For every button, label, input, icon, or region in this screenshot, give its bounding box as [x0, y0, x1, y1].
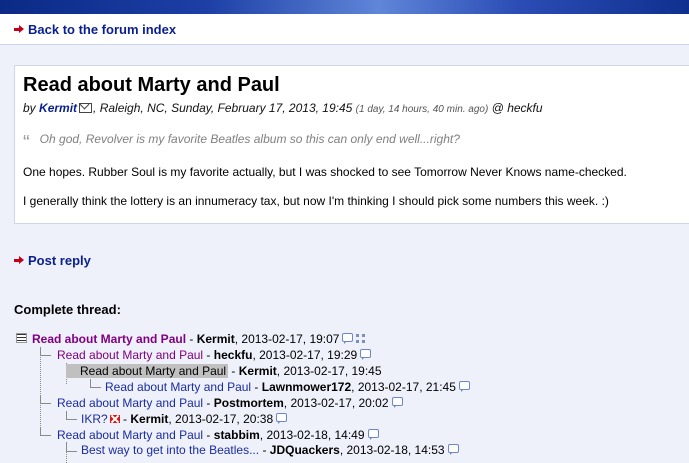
thread-row: Read about Marty and Paul - heckfu, 2013…	[57, 347, 372, 363]
thread-row-current: Read about Marty and Paul - Kermit, 2013…	[66, 363, 382, 379]
thread-author: Lawnmower172	[261, 380, 352, 394]
thread-row: IKR? - Kermit, 2013-02-17, 20:38	[81, 411, 288, 427]
time-ago: (1 day, 14 hours, 40 min. ago)	[355, 104, 489, 115]
speech-bubble-icon[interactable]	[360, 349, 372, 360]
tree-branch	[40, 347, 51, 356]
arrow-right-icon	[14, 25, 25, 34]
post-reply-label: Post reply	[28, 253, 91, 268]
tree-line	[40, 348, 41, 434]
thread-date: 2013-02-17, 19:07	[241, 332, 340, 346]
tree-branch	[66, 443, 77, 452]
thread-row: Read about Marty and Paul - Lawnmower172…	[105, 379, 470, 395]
message-body-paragraph: One hopes. Rubber Soul is my favorite ac…	[23, 165, 627, 179]
arrow-right-icon	[14, 256, 25, 265]
thread-author: JDQuackers	[269, 443, 340, 457]
thread-subject-link[interactable]: Read about Marty and Paul	[105, 380, 251, 394]
reply-to: @ heckfu	[491, 101, 543, 115]
thread-date: 2013-02-17, 19:45	[283, 364, 382, 378]
thread-heading: Complete thread:	[14, 302, 121, 317]
email-icon[interactable]	[79, 103, 93, 113]
location-date: , Raleigh, NC, Sunday, February 17, 2013…	[93, 101, 353, 115]
quoted-text: “ Oh god, Revolver is my favorite Beatles…	[23, 132, 460, 155]
thread-subject-link[interactable]: Read about Marty and Paul	[32, 332, 186, 346]
quote-mark-icon: “	[23, 132, 30, 154]
thread-author: Kermit	[130, 412, 169, 426]
quote-text: Oh god, Revolver is my favorite Beatles …	[39, 132, 460, 146]
speech-bubble-icon[interactable]	[367, 429, 379, 440]
thread-author: heckfu	[213, 348, 253, 362]
author-link[interactable]: Kermit	[39, 101, 77, 115]
thread-author: Kermit	[238, 364, 277, 378]
thread-subject-link[interactable]: Read about Marty and Paul	[57, 396, 203, 410]
thread-date: 2013-02-18, 14:53	[346, 443, 445, 457]
thread-row: Best way to get into the Beatles... - JD…	[81, 442, 459, 458]
tree-branch	[40, 395, 51, 404]
thread-subject-link[interactable]: IKR?	[81, 412, 108, 426]
thread-date: 2013-02-17, 19:29	[259, 348, 358, 362]
message-title: Read about Marty and Paul	[23, 74, 280, 96]
message-byline: by Kermit , Raleigh, NC, Sunday, February…	[23, 101, 543, 115]
thread-date: 2013-02-17, 20:38	[175, 412, 274, 426]
speech-bubble-icon[interactable]	[447, 444, 459, 455]
current-message-subject: Read about Marty and Paul	[66, 364, 229, 378]
thread-row: Read about Marty and Paul - Kermit, 2013…	[16, 331, 366, 347]
message-body-paragraph: I generally think the lottery is an innu…	[23, 194, 609, 208]
thread-subject-link[interactable]: Read about Marty and Paul	[57, 348, 203, 362]
navigation-bar: Back to the forum index	[0, 14, 689, 45]
back-to-forum-link[interactable]: Back to the forum index	[14, 22, 176, 37]
site-header-banner	[0, 0, 689, 14]
thread-row: Read about Marty and Paul - stabbim, 201…	[57, 427, 379, 443]
tree-branch	[66, 411, 77, 420]
post-reply-link[interactable]: Post reply	[14, 253, 91, 268]
thread-subject-link[interactable]: Read about Marty and Paul	[57, 428, 203, 442]
speech-bubble-icon[interactable]	[391, 397, 403, 408]
tree-branch	[40, 427, 51, 436]
thread-author: Postmortem	[213, 396, 284, 410]
no-text-icon	[109, 415, 120, 423]
thread-date: 2013-02-17, 21:45	[357, 380, 456, 394]
thread-author: Kermit	[196, 332, 235, 346]
back-to-forum-label: Back to the forum index	[28, 22, 177, 37]
message-panel: Read about Marty and Paul by Kermit , Ral…	[14, 65, 689, 224]
speech-bubble-icon[interactable]	[276, 413, 288, 424]
thread-author: stabbim	[213, 428, 260, 442]
by-prefix: by	[23, 101, 36, 115]
thread-date: 2013-02-18, 14:49	[266, 428, 365, 442]
thread-subject-link[interactable]: Best way to get into the Beatles...	[81, 443, 259, 457]
tree-branch	[90, 379, 101, 388]
thread-list-icon	[16, 333, 27, 343]
speech-bubble-icon[interactable]	[342, 333, 354, 344]
speech-bubble-icon[interactable]	[458, 381, 470, 392]
thread-tree-icon[interactable]	[356, 334, 366, 343]
thread-row: Read about Marty and Paul - Postmortem, …	[57, 395, 403, 411]
thread-date: 2013-02-17, 20:02	[290, 396, 389, 410]
